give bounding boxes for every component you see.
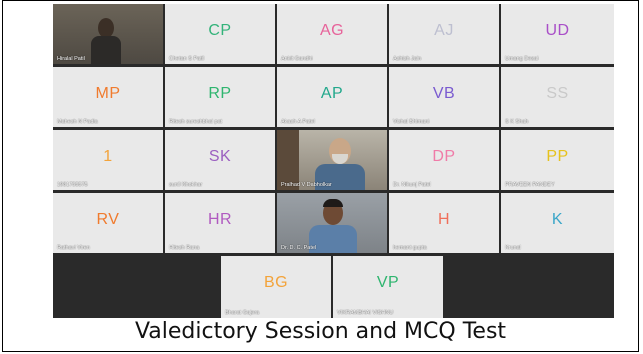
participant-name: Hitesh Rana (169, 245, 200, 251)
person-hair (323, 199, 343, 207)
participant-name: Chetan S Patil (169, 56, 205, 62)
participant-initials: HR (207, 211, 233, 228)
video-grid: Hiralal Patil CP Chetan S Patil AG Ankit… (53, 4, 614, 318)
person-body (309, 225, 357, 253)
participant-tile[interactable]: RV Rathavi Viren (53, 193, 163, 253)
participant-name: Dr. Nikunj Patel (393, 182, 431, 188)
participant-name: Akash A Patel (281, 119, 315, 125)
participant-initials: RV (96, 211, 120, 228)
participant-name: Hiralal Patil (57, 56, 85, 62)
participant-tile[interactable]: MP Mahesh N Padia (53, 67, 163, 127)
participant-initials: DP (432, 148, 456, 165)
participant-tile[interactable]: AG Ankit Gandhi (277, 4, 387, 64)
participant-name: PRAVEEN PANDEY (505, 182, 555, 188)
participant-name: Mahesh N Padia (57, 119, 98, 125)
participant-name: Vishal Bhimani (393, 119, 430, 125)
participant-tile[interactable]: SS S K Shah (501, 67, 614, 127)
participant-name: sunil Khokhar (169, 182, 203, 188)
participant-initials: VP (376, 274, 400, 291)
participant-tile[interactable]: BG Bharat Gajera (221, 256, 331, 318)
participant-name: Ankit Gandhi (281, 56, 313, 62)
participant-initials: CP (208, 22, 232, 39)
participant-initials: BG (263, 274, 289, 291)
participant-initials: AG (319, 22, 345, 39)
participant-tile[interactable]: AJ Ashish Jain (389, 4, 499, 64)
participant-initials: K (551, 211, 564, 228)
slide-frame: Hiralal Patil CP Chetan S Patil AG Ankit… (2, 0, 639, 352)
participant-initials: RP (208, 85, 232, 102)
person-head (98, 18, 114, 38)
participant-tile[interactable]: VP VIKRAMBHAI VISHNU (333, 256, 443, 318)
participant-tile[interactable]: CP Chetan S Patil (165, 4, 275, 64)
participant-name: Umang Desai (505, 56, 539, 62)
participant-initials: UD (545, 22, 570, 39)
participant-name: hemant gupta (393, 245, 427, 251)
participant-name: S K Shah (505, 119, 529, 125)
participant-initials: PP (546, 148, 569, 165)
participant-name: Dr. D. C. Patel (281, 245, 317, 251)
participant-name: Ashish Jain (393, 56, 422, 62)
participant-name: Pralhad V Dabholkar (281, 182, 332, 188)
participant-name: 1981755575 (57, 182, 88, 188)
participant-tile[interactable]: PP PRAVEEN PANDEY (501, 130, 614, 190)
participant-initials: SK (208, 148, 232, 165)
participant-initials: 1 (103, 148, 113, 165)
slide-caption: Valedictory Session and MCQ Test (134, 319, 507, 344)
participant-tile[interactable]: AP Akash A Patel (277, 67, 387, 127)
participant-tile[interactable]: DP Dr. Nikunj Patel (389, 130, 499, 190)
participant-initials: VB (432, 85, 456, 102)
participant-tile[interactable]: HR Hitesh Rana (165, 193, 275, 253)
participant-tile[interactable]: RP Ritesh sureshbhai pat (165, 67, 275, 127)
person-body (91, 36, 121, 64)
participant-initials: AJ (434, 22, 454, 39)
participant-initials: MP (95, 85, 121, 102)
participant-tile[interactable]: 1 1981755575 (53, 130, 163, 190)
participant-initials: H (437, 211, 451, 228)
participant-name: VIKRAMBHAI VISHNU (337, 310, 394, 316)
participant-name: Ritesh sureshbhai pat (169, 119, 223, 125)
participant-name: Rathavi Viren (57, 245, 90, 251)
participant-tile[interactable]: Dr. D. C. Patel (277, 193, 387, 253)
participant-tile[interactable]: K Krunal (501, 193, 614, 253)
participant-tile[interactable]: Hiralal Patil (53, 4, 163, 64)
participant-initials: SS (546, 85, 569, 102)
participant-initials: AP (320, 85, 344, 102)
bookshelf (277, 130, 299, 190)
participant-name: Bharat Gajera (225, 310, 260, 316)
participant-tile[interactable]: Pralhad V Dabholkar (277, 130, 387, 190)
participant-tile[interactable]: SK sunil Khokhar (165, 130, 275, 190)
participant-name: Krunal (505, 245, 521, 251)
participant-tile[interactable]: H hemant gupta (389, 193, 499, 253)
participant-tile[interactable]: VB Vishal Bhimani (389, 67, 499, 127)
participant-tile[interactable]: UD Umang Desai (501, 4, 614, 64)
